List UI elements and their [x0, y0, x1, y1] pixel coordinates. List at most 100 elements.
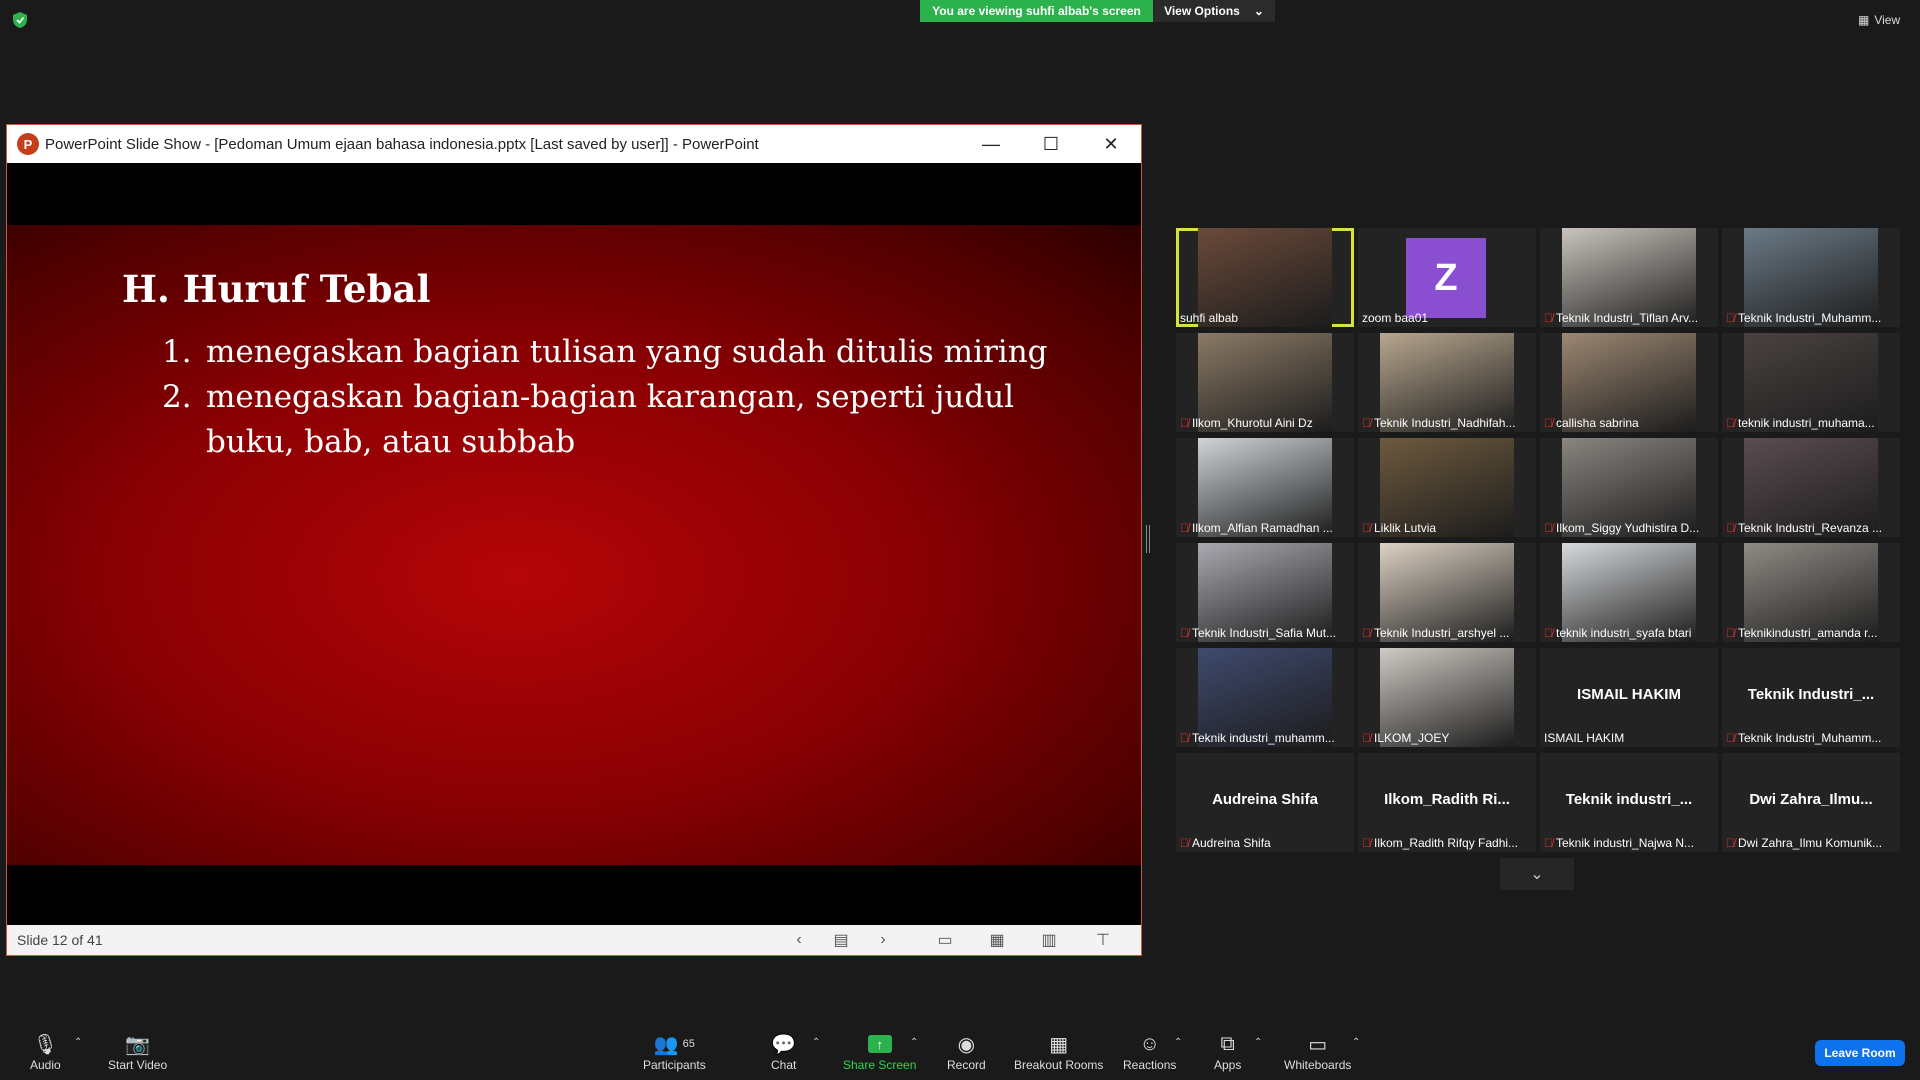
participant-tile[interactable]: Teknik industri_... 🎙̸ Teknik industri_Naj…: [1540, 753, 1718, 852]
apps-options-caret[interactable]: ⌃: [1254, 1037, 1262, 1048]
participant-display-name: Audreina Shifa: [1212, 791, 1318, 808]
whiteboards-options-caret[interactable]: ⌃: [1352, 1037, 1360, 1048]
mic-muted-icon: 🎙̸: [1726, 626, 1735, 640]
participant-name-label: zoom baa01: [1362, 311, 1428, 325]
mic-muted-icon: 🎙̸: [1726, 731, 1735, 745]
participant-tile[interactable]: 🎙̸ Teknik Industri_Nadhifah...: [1358, 333, 1536, 432]
record-button[interactable]: ◉ Record: [947, 1030, 986, 1073]
participant-name: Teknik industri_muhamm...: [1192, 731, 1335, 745]
next-slide-icon[interactable]: ›: [871, 930, 895, 950]
whiteboards-button[interactable]: ▭ Whiteboards: [1284, 1030, 1351, 1073]
participant-tile[interactable]: 🎙̸ Teknik Industri_arshyel ...: [1358, 543, 1536, 642]
reading-view-icon[interactable]: ▥: [1037, 930, 1061, 950]
participant-tile[interactable]: 🎙̸ Ilkom_Siggy Yudhistira D...: [1540, 438, 1718, 537]
participant-name-label: 🎙̸ Teknikindustri_amanda r...: [1726, 626, 1877, 640]
participant-name: Teknik Industri_Muhamm...: [1738, 311, 1882, 325]
participant-tile[interactable]: 🎙̸ Ilkom_Khurotul Aini Dz: [1176, 333, 1354, 432]
participant-name: Teknik Industri_arshyel ...: [1374, 626, 1510, 640]
participant-tile[interactable]: Dwi Zahra_Ilmu... 🎙̸ Dwi Zahra_Ilmu Komuni…: [1722, 753, 1900, 852]
participant-name: Ilkom_Alfian Ramadhan ...: [1192, 521, 1333, 535]
security-shield-icon[interactable]: [10, 10, 30, 30]
share-screen-button[interactable]: ↑ Share Screen: [843, 1030, 916, 1072]
audio-button[interactable]: 🎙 Audio: [30, 1030, 61, 1073]
apps-button[interactable]: ⧉ Apps: [1214, 1030, 1242, 1073]
share-options-caret[interactable]: ⌃: [910, 1037, 918, 1048]
participant-tile[interactable]: 🎙̸ Teknik industri_muhamm...: [1176, 648, 1354, 747]
apps-label: Apps: [1214, 1058, 1242, 1072]
participant-tile[interactable]: Ilkom_Radith Ri... 🎙̸ Ilkom_Radith Rifqy F…: [1358, 753, 1536, 852]
mic-muted-icon: 🎙̸: [1726, 416, 1735, 430]
reactions-options-caret[interactable]: ⌃: [1174, 1037, 1182, 1048]
participant-tile[interactable]: 🎙̸ Teknik Industri_Muhamm...: [1722, 228, 1900, 327]
participant-tile[interactable]: 🎙̸ callisha sabrina: [1540, 333, 1718, 432]
participant-tile[interactable]: 🎙̸ Teknikindustri_amanda r...: [1722, 543, 1900, 642]
slide-show-icon[interactable]: ⊤: [1091, 930, 1115, 950]
participant-tile[interactable]: 🎙̸ teknik industri_muhama...: [1722, 333, 1900, 432]
participant-name-label: 🎙̸ Teknik Industri_Revanza ...: [1726, 521, 1882, 535]
gallery-next-page-button[interactable]: ⌄: [1500, 858, 1574, 890]
mic-muted-icon: 🎙̸: [1726, 311, 1735, 325]
participant-tile[interactable]: ISMAIL HAKIM ISMAIL HAKIM: [1540, 648, 1718, 747]
participant-name: teknik industri_syafa btari: [1556, 626, 1692, 640]
mic-muted-icon: 🎙̸: [1726, 836, 1735, 850]
participant-name: Ilkom_Radith Rifqy Fadhi...: [1374, 836, 1519, 850]
participant-name-label: 🎙̸ Teknik Industri_Muhamm...: [1726, 311, 1881, 325]
mic-muted-icon: 🎙̸: [1362, 836, 1371, 850]
participant-tile[interactable]: 🎙̸ ILKOM_JOEY: [1358, 648, 1536, 747]
participant-tile[interactable]: 🎙̸ Teknik Industri_Safia Mut...: [1176, 543, 1354, 642]
audio-options-caret[interactable]: ⌃: [74, 1037, 82, 1048]
breakout-rooms-icon: ▦: [1049, 1033, 1069, 1056]
mic-muted-icon: 🎙̸: [1726, 521, 1735, 535]
apps-icon: ⧉: [1220, 1032, 1235, 1055]
slide-canvas: H. Huruf Tebal 1. menegaskan bagian tuli…: [7, 225, 1141, 865]
breakout-rooms-button[interactable]: ▦ Breakout Rooms: [1014, 1030, 1103, 1073]
mic-muted-icon: 🎙̸: [1544, 626, 1553, 640]
view-label: View: [1874, 13, 1901, 27]
view-options-button[interactable]: View Options ⌄: [1153, 0, 1275, 22]
participant-name: zoom baa01: [1362, 311, 1429, 325]
list-number: 1.: [162, 334, 192, 370]
participant-tile[interactable]: 🎙̸ Ilkom_Alfian Ramadhan ...: [1176, 438, 1354, 537]
normal-view-icon[interactable]: ▭: [933, 930, 957, 950]
participant-tile[interactable]: 🎙̸ Teknik Industri_Revanza ...: [1722, 438, 1900, 537]
view-button[interactable]: ▦ View: [1858, 10, 1900, 30]
mic-muted-icon: 🎙̸: [1544, 836, 1553, 850]
participant-name-label: suhfi albab: [1180, 311, 1238, 325]
participants-button[interactable]: 👥 65 Participants: [643, 1030, 706, 1073]
slide-list: 1. menegaskan bagian tulisan yang sudah …: [162, 330, 1062, 465]
participant-tile[interactable]: 🎙̸ Liklik Lutvia: [1358, 438, 1536, 537]
panel-splitter-handle[interactable]: [1146, 525, 1150, 553]
participant-tile[interactable]: Audreina Shifa 🎙̸ Audreina Shifa: [1176, 753, 1354, 852]
participants-label: Participants: [643, 1058, 706, 1072]
participant-name: Dwi Zahra_Ilmu Komunik...: [1738, 836, 1883, 850]
chat-options-caret[interactable]: ⌃: [812, 1037, 820, 1048]
participants-count: 65: [682, 1038, 695, 1050]
participant-name: ISMAIL HAKIM: [1544, 731, 1625, 745]
mic-muted-icon: 🎙̸: [1362, 521, 1371, 535]
participant-name: Teknikindustri_amanda r...: [1738, 626, 1878, 640]
participant-tile[interactable]: 🎙̸ Teknik Industri_Tiflan Arv...: [1540, 228, 1718, 327]
start-video-button[interactable]: 📷 Start Video: [108, 1030, 167, 1073]
participant-display-name: Teknik Industri_...: [1747, 686, 1875, 703]
maximize-button[interactable]: ☐: [1021, 125, 1081, 163]
list-text: menegaskan bagian-bagian karangan, seper…: [206, 379, 1015, 460]
previous-slide-icon[interactable]: ‹: [787, 930, 811, 950]
chat-button[interactable]: 💬 Chat: [771, 1030, 796, 1073]
participant-display-name: Dwi Zahra_Ilmu...: [1749, 791, 1873, 808]
participant-name: teknik industri_muhama...: [1738, 416, 1875, 430]
participant-name-label: 🎙̸ Teknik industri_muhamm...: [1180, 731, 1335, 745]
slide-sorter-icon[interactable]: ▦: [985, 930, 1009, 950]
participant-name: Ilkom_Siggy Yudhistira D...: [1556, 521, 1700, 535]
participant-tile[interactable]: 🎙̸ teknik industri_syafa btari: [1540, 543, 1718, 642]
reactions-button[interactable]: ☺ Reactions: [1123, 1030, 1176, 1073]
minimize-button[interactable]: —: [961, 125, 1021, 163]
slide-notes-icon[interactable]: ▤: [829, 930, 853, 950]
leave-room-button[interactable]: Leave Room: [1815, 1040, 1905, 1066]
mic-muted-icon: 🎙̸: [1362, 626, 1371, 640]
chevron-down-icon: ⌄: [1253, 4, 1264, 18]
participant-tile[interactable]: Teknik Industri_... 🎙̸ Teknik Industri_Muh…: [1722, 648, 1900, 747]
participant-tile[interactable]: suhfi albab: [1176, 228, 1354, 327]
participant-tile[interactable]: Zzoom baa01: [1358, 228, 1536, 327]
ppt-titlebar: P PowerPoint Slide Show - [Pedoman Umum …: [7, 125, 1141, 163]
close-button[interactable]: ✕: [1081, 125, 1141, 163]
